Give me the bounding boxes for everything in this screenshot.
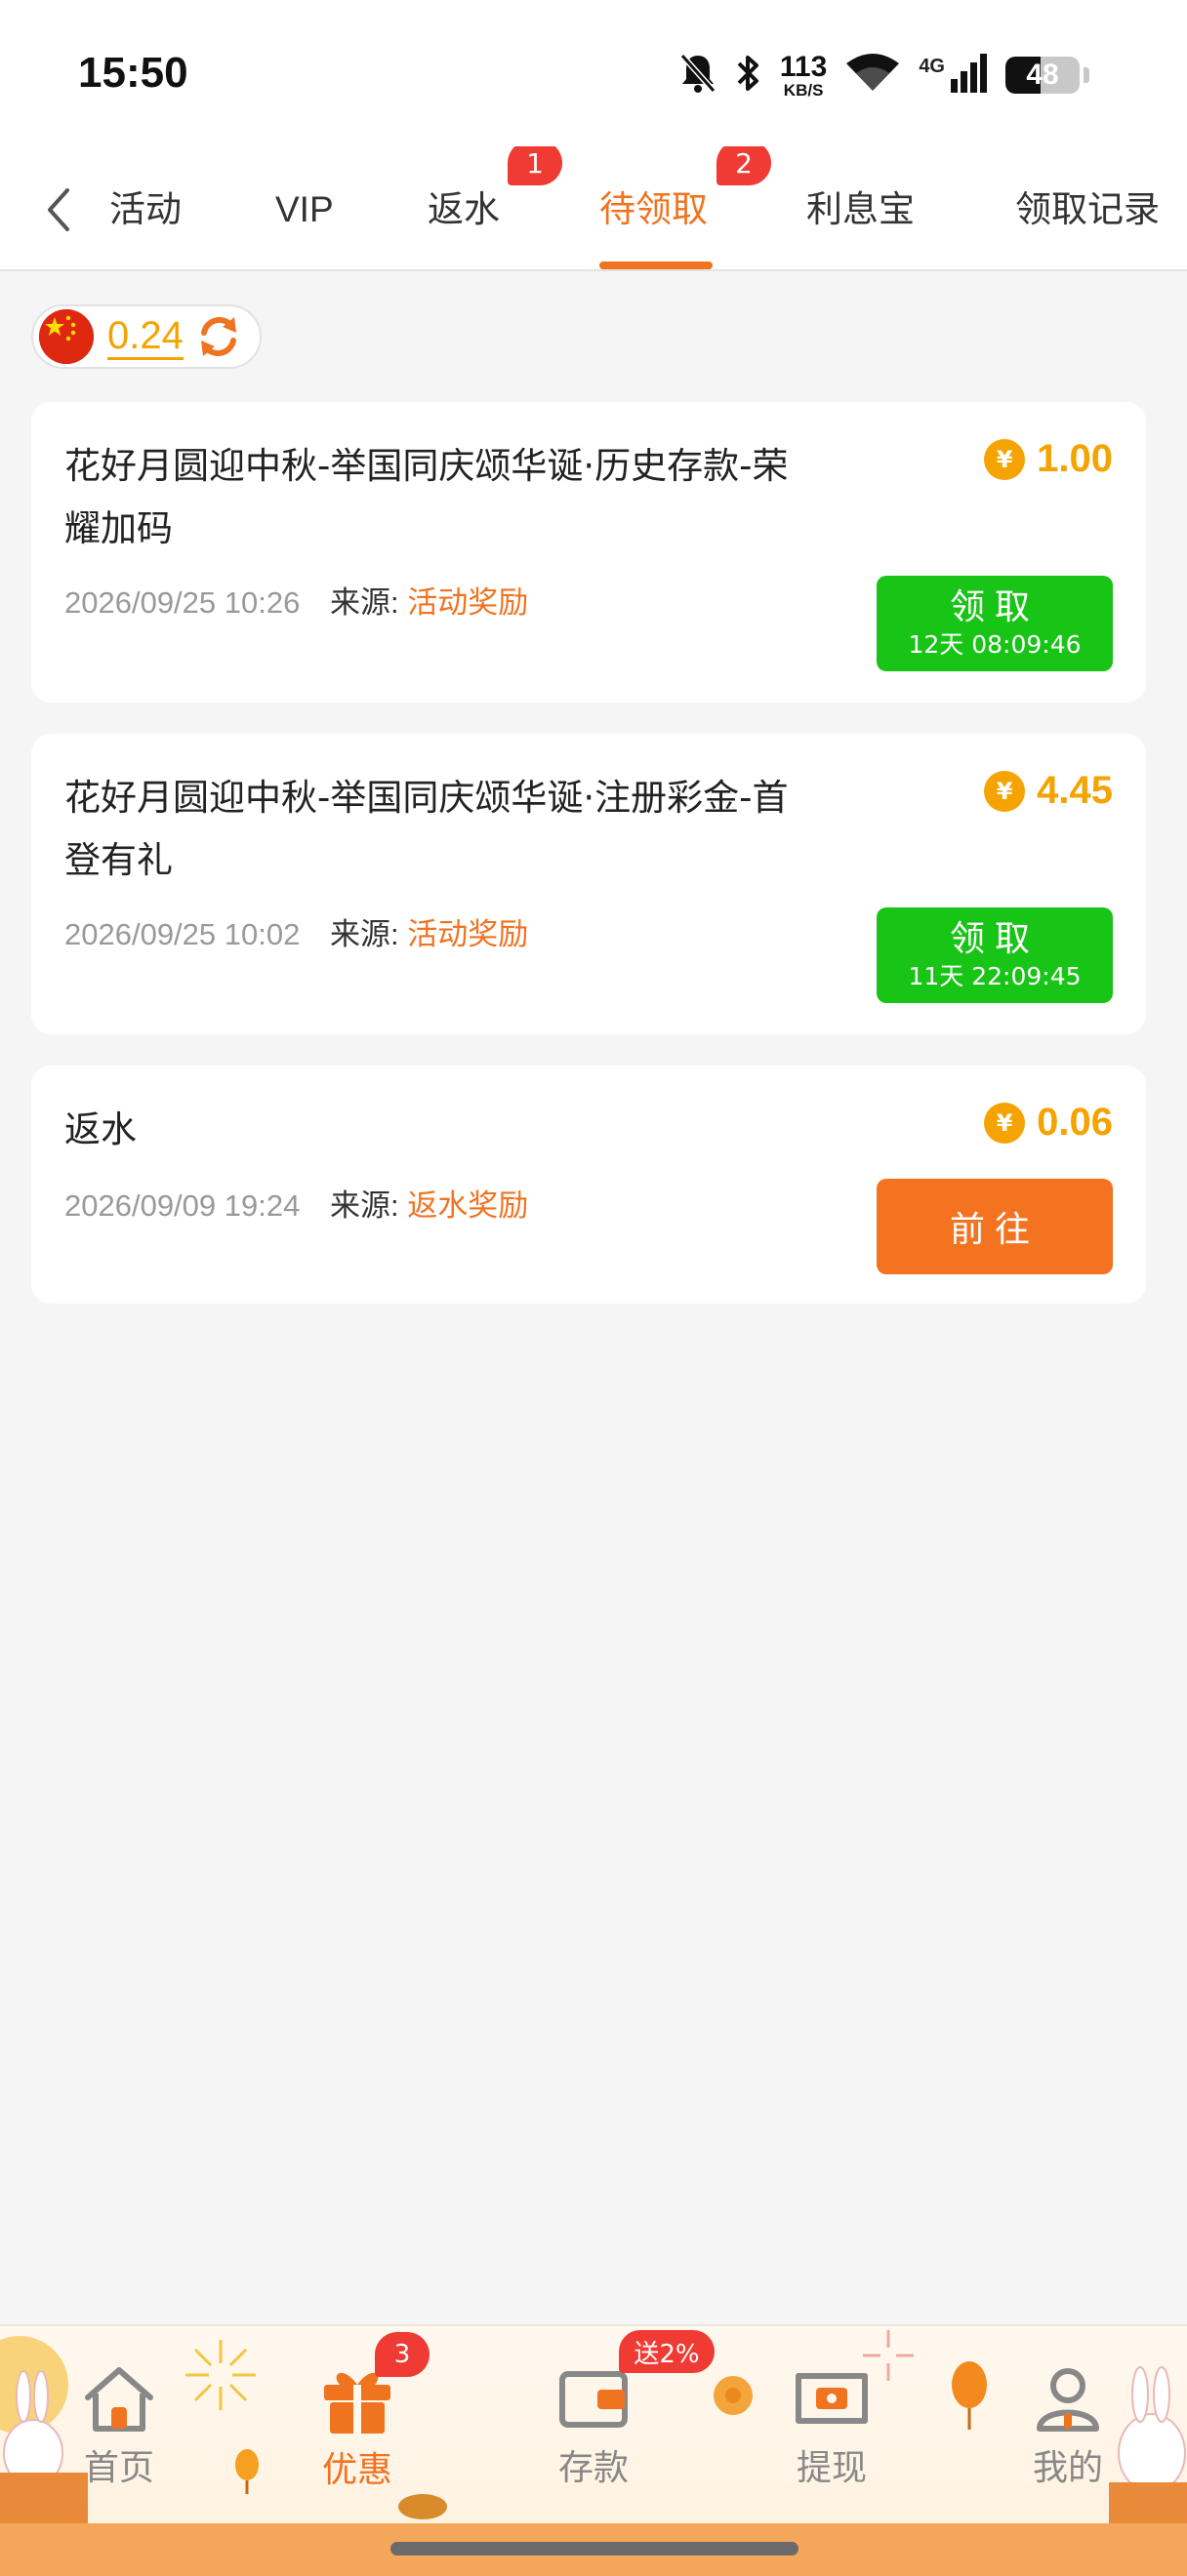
nav-deposit[interactable]: 存款 (525, 2363, 662, 2490)
nav-withdraw[interactable]: 提现 (763, 2363, 900, 2490)
reward-source-label: 来源: (329, 585, 399, 620)
home-icon (80, 2363, 158, 2434)
signal-icon (949, 52, 988, 99)
reward-source-label: 来源: (329, 1188, 399, 1223)
reward-time: 2026/09/25 10:26 (64, 585, 301, 620)
reward-source: 活动奖励 (407, 585, 529, 620)
claim-countdown: 11天 22:09:45 (908, 962, 1082, 990)
withdraw-icon (793, 2363, 871, 2434)
reward-amount: ¥ 4.45 (984, 769, 1113, 813)
reward-title: 花好月圆迎中秋-举国同庆颂华诞·注册彩金-首登有礼 (64, 777, 789, 881)
reward-amount-value: 1.00 (1037, 437, 1113, 480)
lantern-decoration (235, 2449, 259, 2494)
coin-icon: ¥ (984, 438, 1026, 480)
refresh-icon[interactable] (195, 313, 242, 360)
status-icons: 113 KB/S 4G 48 (678, 51, 1089, 100)
reward-amount: ¥ 0.06 (984, 1101, 1113, 1145)
net-speed-value: 113 (779, 50, 828, 83)
reward-source: 活动奖励 (407, 917, 529, 951)
tab-interest[interactable]: 利息宝 (806, 176, 915, 244)
reward-card: 花好月圆迎中秋-举国同庆颂华诞·历史存款-荣耀加码 ¥ 1.00 2026/09… (31, 402, 1146, 703)
tab-pending-badge: 2 (716, 146, 771, 185)
reward-card: 花好月圆迎中秋-举国同庆颂华诞·注册彩金-首登有礼 ¥ 4.45 2026/09… (31, 734, 1146, 1034)
reward-meta: 2026/09/09 19:24 来源: 返水奖励 (64, 1181, 528, 1225)
reward-time: 2026/09/09 19:24 (64, 1188, 301, 1223)
go-button[interactable]: 前往 (877, 1179, 1113, 1274)
home-bar-area (0, 2523, 1187, 2576)
bottom-nav: 首页 优惠 3 存款 送2% 提现 我的 (0, 2324, 1187, 2523)
reward-title: 花好月圆迎中秋-举国同庆颂华诞·历史存款-荣耀加码 (64, 445, 789, 549)
nav-withdraw-label: 提现 (796, 2448, 867, 2488)
firework-decoration (185, 2340, 256, 2410)
reward-meta: 2026/09/25 10:26 来源: 活动奖励 (64, 578, 528, 622)
reward-amount-value: 4.45 (1037, 769, 1113, 812)
claim-button[interactable]: 领取 12天 08:09:46 (877, 576, 1113, 671)
net-speed: 113 KB/S (779, 50, 828, 100)
reward-source-label: 来源: (329, 917, 399, 951)
status-bar: 15:50 113 KB/S 4G 48 (0, 0, 1187, 146)
tab-activity[interactable]: 活动 (109, 176, 182, 244)
reward-source: 返水奖励 (407, 1188, 529, 1223)
claim-button[interactable]: 领取 11天 22:09:45 (877, 907, 1113, 1003)
balance-value: 0.24 (107, 314, 184, 360)
china-flag-icon (39, 309, 94, 364)
chevron-left-icon (48, 188, 69, 231)
tab-rebate-badge: 1 (508, 146, 562, 185)
tab-header: 活动 VIP 返水 1 待领取 2 利息宝 领取记录 (0, 146, 1187, 271)
reward-time: 2026/09/25 10:02 (64, 917, 301, 951)
reward-meta: 2026/09/25 10:02 来源: 活动奖励 (64, 909, 528, 953)
wallet-icon (554, 2363, 633, 2434)
coin-icon: ¥ (984, 1102, 1026, 1144)
bluetooth-icon (735, 52, 762, 99)
claim-countdown: 12天 08:09:46 (908, 630, 1082, 659)
nav-home[interactable]: 首页 (51, 2363, 187, 2490)
active-tab-indicator (599, 262, 713, 269)
net-speed-unit: KB/S (783, 80, 824, 100)
claim-button-label: 领取 (949, 587, 1040, 627)
balance-pill[interactable]: 0.24 (31, 304, 262, 369)
profile-icon (1029, 2363, 1107, 2434)
coin-icon: ¥ (984, 770, 1026, 812)
tab-pending[interactable]: 待领取 (599, 176, 708, 244)
nav-promotions-label: 优惠 (321, 2450, 392, 2490)
reward-title: 返水 (64, 1108, 137, 1150)
flower-decoration (714, 2376, 753, 2415)
nav-profile-label: 我的 (1032, 2448, 1103, 2488)
nav-profile[interactable]: 我的 (1000, 2363, 1136, 2490)
network-type: 4G (919, 55, 945, 77)
battery-icon: 48 (1005, 57, 1080, 94)
tab-claim-history[interactable]: 领取记录 (1015, 176, 1160, 244)
reward-card: 返水 ¥ 0.06 2026/09/09 19:24 来源: 返水奖励 前往 (31, 1066, 1146, 1304)
reward-amount: ¥ 1.00 (984, 437, 1113, 481)
nav-deposit-label: 存款 (557, 2448, 629, 2488)
nav-home-label: 首页 (83, 2448, 154, 2488)
claim-button-label: 领取 (949, 919, 1040, 959)
tab-vip[interactable]: VIP (275, 176, 334, 244)
mooncake-decoration (398, 2494, 447, 2519)
nav-promotions-badge: 3 (375, 2332, 430, 2377)
tab-rebate[interactable]: 返水 (428, 176, 500, 244)
status-time: 15:50 (78, 49, 188, 97)
home-indicator[interactable] (390, 2542, 798, 2556)
back-button[interactable] (29, 176, 88, 244)
lantern-decoration (952, 2361, 987, 2430)
nav-promotions[interactable]: 优惠 (289, 2363, 426, 2490)
wifi-icon (844, 52, 901, 99)
reward-amount-value: 0.06 (1037, 1101, 1113, 1144)
nav-deposit-badge: 送2% (619, 2330, 715, 2373)
bell-muted-icon (678, 52, 717, 99)
battery-level: 48 (1026, 59, 1059, 91)
